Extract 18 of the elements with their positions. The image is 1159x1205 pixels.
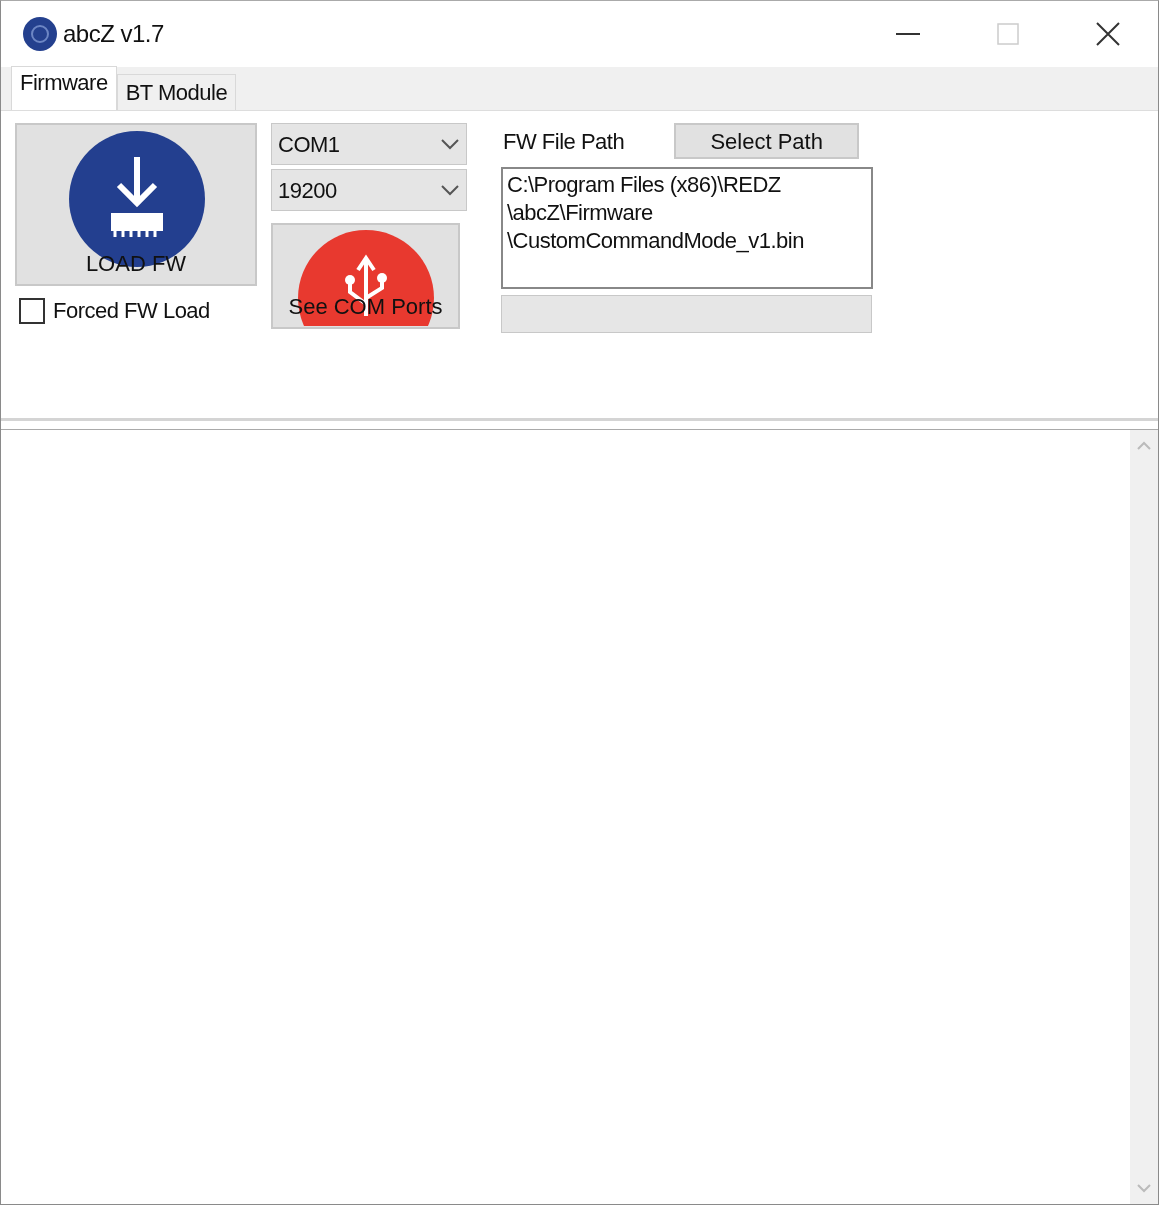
close-icon[interactable] [1096,22,1120,46]
caret-icon [440,184,460,196]
maximize-icon[interactable] [997,23,1019,45]
tab[interactable]: Firmware [11,66,117,110]
scroll-up-icon[interactable] [1136,440,1152,450]
fw-file-path-label: FW File Path [503,128,625,156]
forced-load-checkbox[interactable]: Forced FW Load [15,294,257,327]
select-path-button[interactable]: Select Path [674,123,860,159]
minimize-icon[interactable] [896,32,920,36]
caret-icon [440,138,460,150]
tab[interactable]: BT Module [116,74,237,110]
scroll-down-icon[interactable] [1136,1184,1152,1194]
baud-rate-dropdown[interactable]: 19200 [271,169,467,211]
scrollbar[interactable] [1130,430,1158,1204]
path-field[interactable]: C:\Program Files (x86)\REDZ \abcZ\Firmware \CustomCommandMode_v1.bin [501,167,873,289]
window-title: abcZ v1.7 [63,19,164,49]
port-dropdown[interactable]: COM1 [271,123,467,165]
app-logo-icon [23,17,57,51]
